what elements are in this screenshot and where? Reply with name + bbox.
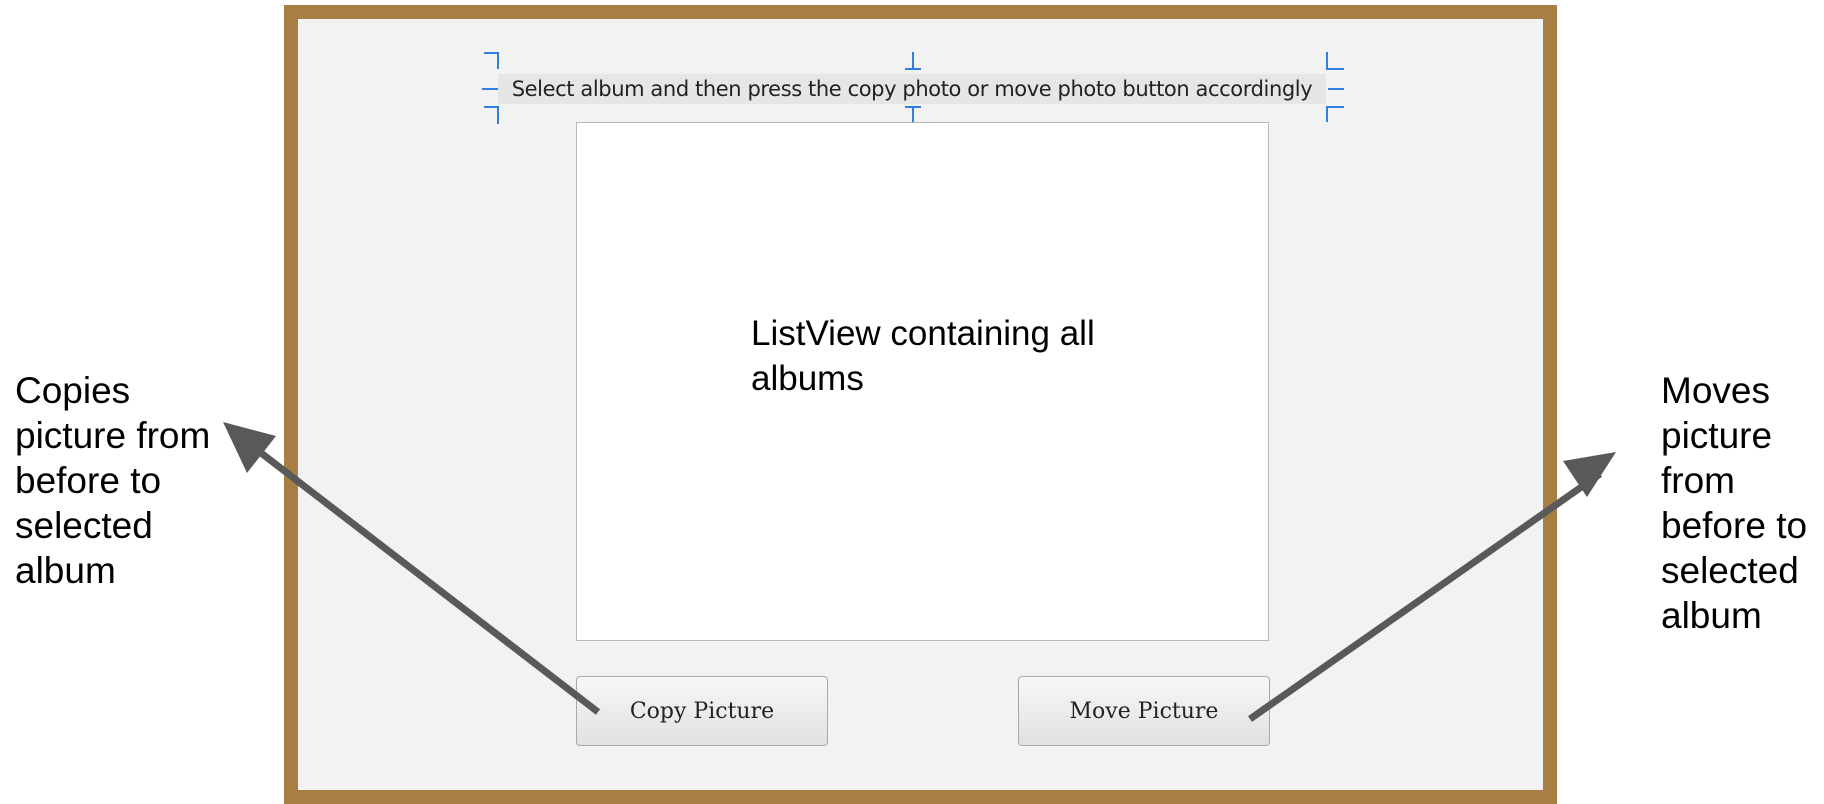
copy-arrow xyxy=(223,422,601,715)
annotation-arrows xyxy=(223,422,1616,722)
move-arrow xyxy=(1247,452,1616,722)
